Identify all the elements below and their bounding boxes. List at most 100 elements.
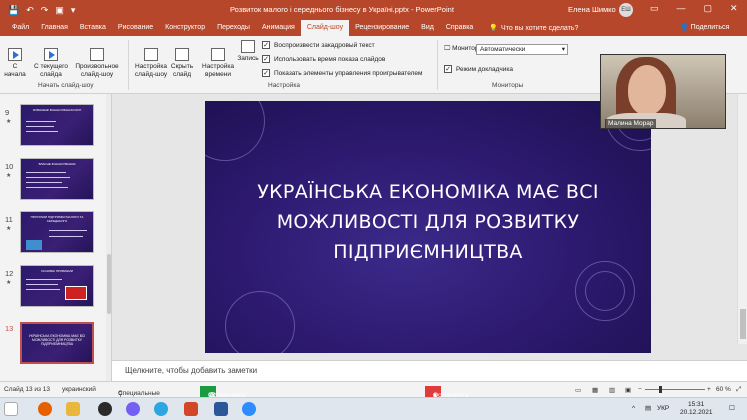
zoom-app-icon[interactable] bbox=[242, 402, 256, 416]
tell-me-text: Что вы хотите сделать? bbox=[501, 24, 579, 32]
tab-file[interactable]: Файл bbox=[6, 20, 35, 36]
telegram-icon[interactable] bbox=[154, 402, 168, 416]
hide-slide-label: Скрыть слайд bbox=[170, 63, 194, 78]
from-beginning-button[interactable]: С начала bbox=[4, 40, 26, 79]
file-explorer-icon[interactable] bbox=[66, 402, 80, 416]
cb-presenter-view[interactable]: ✓ Режим докладчика bbox=[444, 65, 513, 73]
title-bar: 💾 ↶ ↷ ▣ ▾ Розвиток малого і середнього б… bbox=[0, 0, 747, 20]
rehearse-timings-button[interactable]: Настройка времени bbox=[200, 40, 236, 79]
clock-time[interactable]: 15:31 bbox=[688, 401, 704, 408]
slide-title[interactable]: УКРАЇНСЬКА ЕКОНОМІКА МАЄ ВСІ МОЖЛИВОСТІ … bbox=[235, 177, 621, 267]
quick-access-toolbar: 💾 ↶ ↷ ▣ ▾ bbox=[0, 5, 75, 16]
window-controls: ▭ — ▢ ✕ bbox=[650, 3, 738, 14]
firefox-icon[interactable] bbox=[38, 402, 52, 416]
slide-thumbnail-11[interactable]: ПРОГРАМИ ПІДТРИМКИ МАЛОГО ТА СЕРЕДНЬОГО bbox=[20, 211, 94, 253]
normal-view-icon[interactable]: ▭ bbox=[575, 386, 581, 394]
thumb-line bbox=[26, 284, 58, 285]
checkbox-checked-icon: ✓ bbox=[262, 69, 270, 77]
transition-icon: ★ bbox=[6, 173, 12, 179]
monitor-dropdown-value: Автоматически bbox=[480, 46, 526, 53]
play-icon bbox=[8, 48, 22, 61]
close-icon[interactable]: ✕ bbox=[730, 3, 738, 14]
zoom-slider-knob[interactable] bbox=[659, 386, 662, 393]
network-icon[interactable]: ▤ bbox=[645, 404, 651, 412]
word-icon[interactable] bbox=[214, 402, 228, 416]
record-label: Запись bbox=[237, 55, 259, 62]
present-icon[interactable]: ▣ bbox=[55, 5, 64, 16]
lightbulb-icon: 💡 bbox=[489, 25, 499, 32]
notes-placeholder: Щелкните, чтобы добавить заметки bbox=[125, 366, 258, 375]
tab-review[interactable]: Рецензирование bbox=[349, 20, 415, 36]
tab-animations[interactable]: Анимация bbox=[256, 20, 301, 36]
tab-help[interactable]: Справка bbox=[440, 20, 479, 36]
tab-slideshow[interactable]: Слайд-шоу bbox=[300, 20, 350, 36]
share-label: Поделиться bbox=[690, 24, 730, 31]
slide-number: 10 bbox=[5, 162, 14, 171]
powerpoint-icon[interactable] bbox=[184, 402, 198, 416]
input-language[interactable]: УКР bbox=[657, 405, 669, 412]
from-current-button[interactable]: С текущего слайда bbox=[30, 40, 72, 79]
current-slide[interactable]: УКРАЇНСЬКА ЕКОНОМІКА МАЄ ВСІ МОЖЛИВОСТІ … bbox=[205, 101, 651, 353]
tab-home[interactable]: Главная bbox=[35, 20, 74, 36]
zoom-out-icon[interactable]: − bbox=[638, 386, 642, 393]
share-button[interactable]: 👤 Поделиться bbox=[680, 20, 729, 36]
tab-view[interactable]: Вид bbox=[415, 20, 440, 36]
setup-show-button[interactable]: Настройка слайд-шоу bbox=[132, 40, 170, 79]
viber-icon[interactable] bbox=[126, 402, 140, 416]
decor-ring bbox=[585, 271, 625, 311]
customize-qat-icon[interactable]: ▾ bbox=[71, 5, 76, 16]
slide-thumbnail-9[interactable]: ЗОВНІШНЄ ФІНАНСУВАННЯ МСП bbox=[20, 104, 94, 146]
canvas-scrollbar[interactable] bbox=[737, 94, 747, 344]
undo-icon[interactable]: ↶ bbox=[26, 5, 34, 16]
zoom-level[interactable]: 60 % bbox=[716, 386, 731, 393]
cb-timings[interactable]: ✓ Использовать время показа слайдов bbox=[262, 55, 385, 63]
user-name[interactable]: Елена Шимко bbox=[568, 5, 616, 14]
cb-controls[interactable]: ✓ Показать элементы управления проигрыват… bbox=[262, 69, 422, 77]
tray-chevron-icon[interactable]: ^ bbox=[632, 405, 635, 412]
language-status[interactable]: украинский bbox=[62, 386, 96, 393]
slide-thumbnails-pane: 9 ★ ЗОВНІШНЄ ФІНАНСУВАННЯ МСП 10 ★ ВЛАСНЕ … bbox=[0, 94, 112, 381]
windows-taskbar: ^ ▤ УКР 15:31 20.12.2021 ☐ bbox=[0, 397, 747, 420]
redo-icon[interactable]: ↷ bbox=[41, 5, 49, 16]
fit-slide-icon[interactable]: ⤢ bbox=[736, 386, 741, 394]
group-monitors-label: Мониторы bbox=[492, 82, 524, 89]
save-icon[interactable]: 💾 bbox=[8, 5, 19, 16]
setup-show-label: Настройка слайд-шоу bbox=[134, 63, 168, 78]
ribbon-display-icon[interactable]: ▭ bbox=[650, 3, 659, 14]
scrollbar-thumb[interactable] bbox=[740, 309, 746, 339]
tab-transitions[interactable]: Переходы bbox=[211, 20, 256, 36]
tab-draw[interactable]: Рисование bbox=[112, 20, 159, 36]
participant-face bbox=[628, 65, 666, 115]
notifications-icon[interactable]: ☐ bbox=[729, 404, 735, 412]
slide-thumbnail-13[interactable]: УКРАЇНСЬКА ЕКОНОМІКА МАЄ ВСІ МОЖЛИВОСТІ … bbox=[20, 322, 94, 364]
maximize-icon[interactable]: ▢ bbox=[704, 3, 713, 14]
sorter-view-icon[interactable]: ▦ bbox=[592, 386, 598, 394]
window-title: Розвиток малого і середнього бізнесу в У… bbox=[230, 5, 454, 14]
minimize-icon[interactable]: — bbox=[677, 3, 686, 14]
thumb-image bbox=[65, 286, 87, 300]
zoom-in-icon[interactable]: + bbox=[707, 386, 711, 393]
slideshow-view-icon[interactable]: ▣ bbox=[625, 386, 631, 394]
scrollbar-thumb[interactable] bbox=[107, 254, 111, 314]
clock-date[interactable]: 20.12.2021 bbox=[680, 409, 713, 416]
notes-pane[interactable]: Щелкните, чтобы добавить заметки bbox=[112, 360, 747, 381]
video-participant[interactable]: Малина Морар bbox=[600, 54, 726, 129]
custom-show-button[interactable]: Произвольное слайд-шоу bbox=[72, 40, 122, 79]
reading-view-icon[interactable]: ▥ bbox=[609, 386, 615, 394]
zoom-slider[interactable] bbox=[645, 386, 705, 393]
thumb-line bbox=[26, 121, 56, 122]
thumb-title: ЗОВНІШНЄ ФІНАНСУВАННЯ МСП bbox=[32, 108, 82, 112]
hide-slide-button[interactable]: Скрыть слайд bbox=[170, 40, 194, 79]
monitor-dropdown[interactable]: Автоматически ▾ bbox=[476, 44, 568, 55]
record-button[interactable]: Запись bbox=[236, 40, 260, 63]
cb-narration[interactable]: ✓ Воспроизвести закадровый текст bbox=[262, 41, 375, 49]
group-start-label: Начать слайд-шоу bbox=[38, 82, 94, 89]
tell-me-box[interactable]: 💡 Что вы хотите сделать? bbox=[489, 24, 579, 33]
windows-start-icon[interactable] bbox=[4, 402, 18, 416]
tab-design[interactable]: Конструктор bbox=[159, 20, 211, 36]
slide-thumbnail-10[interactable]: ВЛАСНЕ ФІНАНСУВАННЯ bbox=[20, 158, 94, 200]
obs-icon[interactable] bbox=[98, 402, 112, 416]
avatar[interactable]: ЕШ bbox=[619, 3, 633, 17]
tab-insert[interactable]: Вставка bbox=[74, 20, 112, 36]
slide-thumbnail-12[interactable]: ОСНОВНІ ПРОБЛЕМИ bbox=[20, 265, 94, 307]
